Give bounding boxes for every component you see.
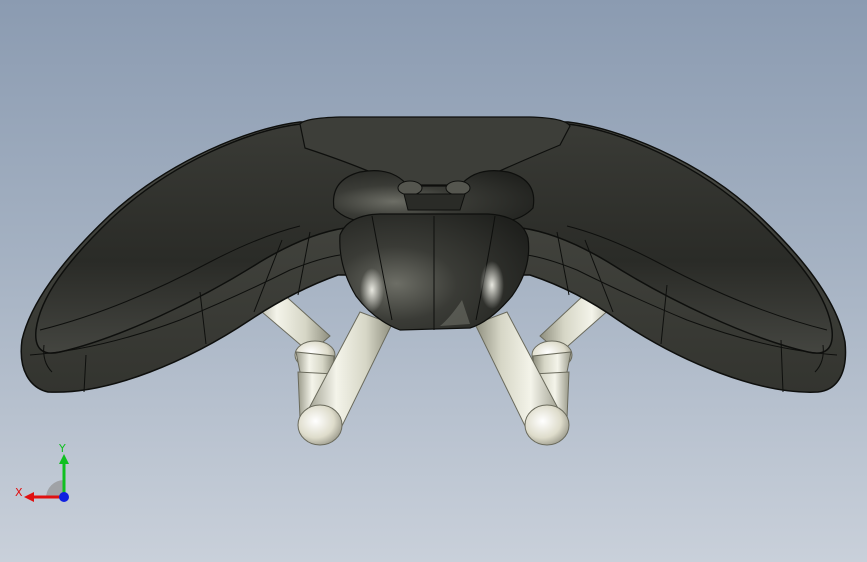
view-orientation-triad: Y X [15, 442, 69, 502]
graphics-viewport[interactable]: Y X [0, 0, 867, 562]
saddle-nose [332, 170, 535, 331]
z-axis-icon [59, 492, 69, 502]
x-axis-label: X [15, 486, 23, 499]
saddle-model[interactable] [0, 0, 867, 562]
y-axis-label: Y [58, 442, 66, 455]
